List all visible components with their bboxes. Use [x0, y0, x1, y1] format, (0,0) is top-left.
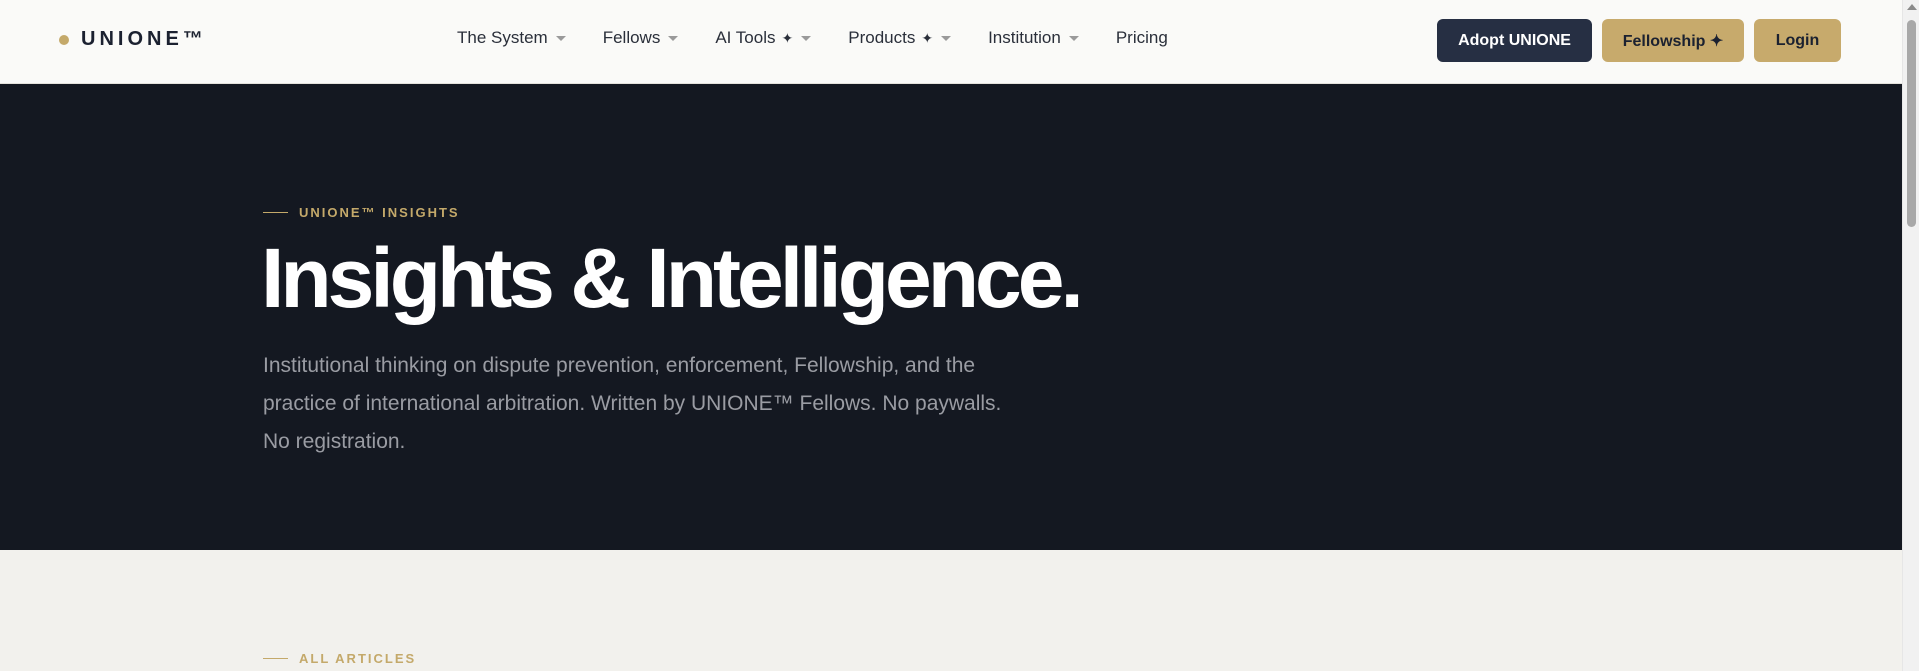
fellowship-button[interactable]: Fellowship ✦: [1602, 19, 1744, 62]
nav-item-institution[interactable]: Institution: [988, 28, 1079, 48]
hero-description: Institutional thinking on dispute preven…: [263, 354, 1002, 453]
nav-item-products[interactable]: Products ✦: [848, 28, 952, 48]
articles-eyebrow: ALL ARTICLES: [263, 651, 416, 666]
nav-item-pricing[interactable]: Pricing: [1116, 28, 1168, 48]
logo-text: UNIONE™: [81, 28, 207, 50]
chevron-down-icon: [555, 35, 566, 41]
vertical-scrollbar[interactable]: [1902, 0, 1919, 671]
logo-dot-icon: [59, 34, 69, 45]
nav-item-label: AI Tools: [715, 28, 776, 47]
nav-item-label: Institution: [988, 28, 1061, 47]
chevron-down-icon: [941, 35, 952, 41]
main-nav: The System Fellows AI Tools ✦ Products ✦…: [457, 28, 1205, 48]
chevron-down-icon: [1068, 35, 1079, 41]
hero-section: UNIONE™ INSIGHTS Insights & Intelligence…: [0, 84, 1902, 550]
nav-item-label: Pricing: [1115, 28, 1168, 47]
nav-item-fellows[interactable]: Fellows: [603, 28, 679, 48]
sparkle-icon: ✦: [781, 29, 794, 46]
page-title: Insights & Intelligence.: [261, 231, 1084, 325]
nav-item-ai-tools[interactable]: AI Tools ✦: [715, 28, 812, 48]
logo[interactable]: UNIONE™: [59, 28, 207, 51]
scrollbar-thumb[interactable]: [1907, 20, 1916, 227]
page: UNIONE™ The System Fellows AI Tools ✦ Pr…: [0, 0, 1902, 671]
site-header: UNIONE™ The System Fellows AI Tools ✦ Pr…: [0, 0, 1902, 84]
hero-eyebrow-label: UNIONE™ INSIGHTS: [299, 205, 460, 220]
adopt-unione-button[interactable]: Adopt UNIONE: [1437, 19, 1592, 62]
chevron-down-icon: [668, 35, 679, 41]
chevron-down-icon: [801, 35, 812, 41]
header-actions: Adopt UNIONE Fellowship ✦ Login: [1437, 19, 1841, 62]
eyebrow-line: [263, 658, 288, 659]
sparkle-icon: ✦: [921, 29, 934, 46]
login-button[interactable]: Login: [1754, 19, 1841, 62]
eyebrow-line: [263, 212, 288, 213]
nav-item-label: Products: [848, 28, 916, 47]
nav-item-the-system[interactable]: The System: [457, 28, 566, 48]
scroll-up-arrow-icon[interactable]: [1907, 4, 1917, 10]
nav-item-label: Fellows: [602, 28, 661, 47]
hero-eyebrow: UNIONE™ INSIGHTS: [263, 205, 460, 220]
nav-item-label: The System: [457, 28, 548, 47]
articles-eyebrow-label: ALL ARTICLES: [299, 651, 417, 666]
